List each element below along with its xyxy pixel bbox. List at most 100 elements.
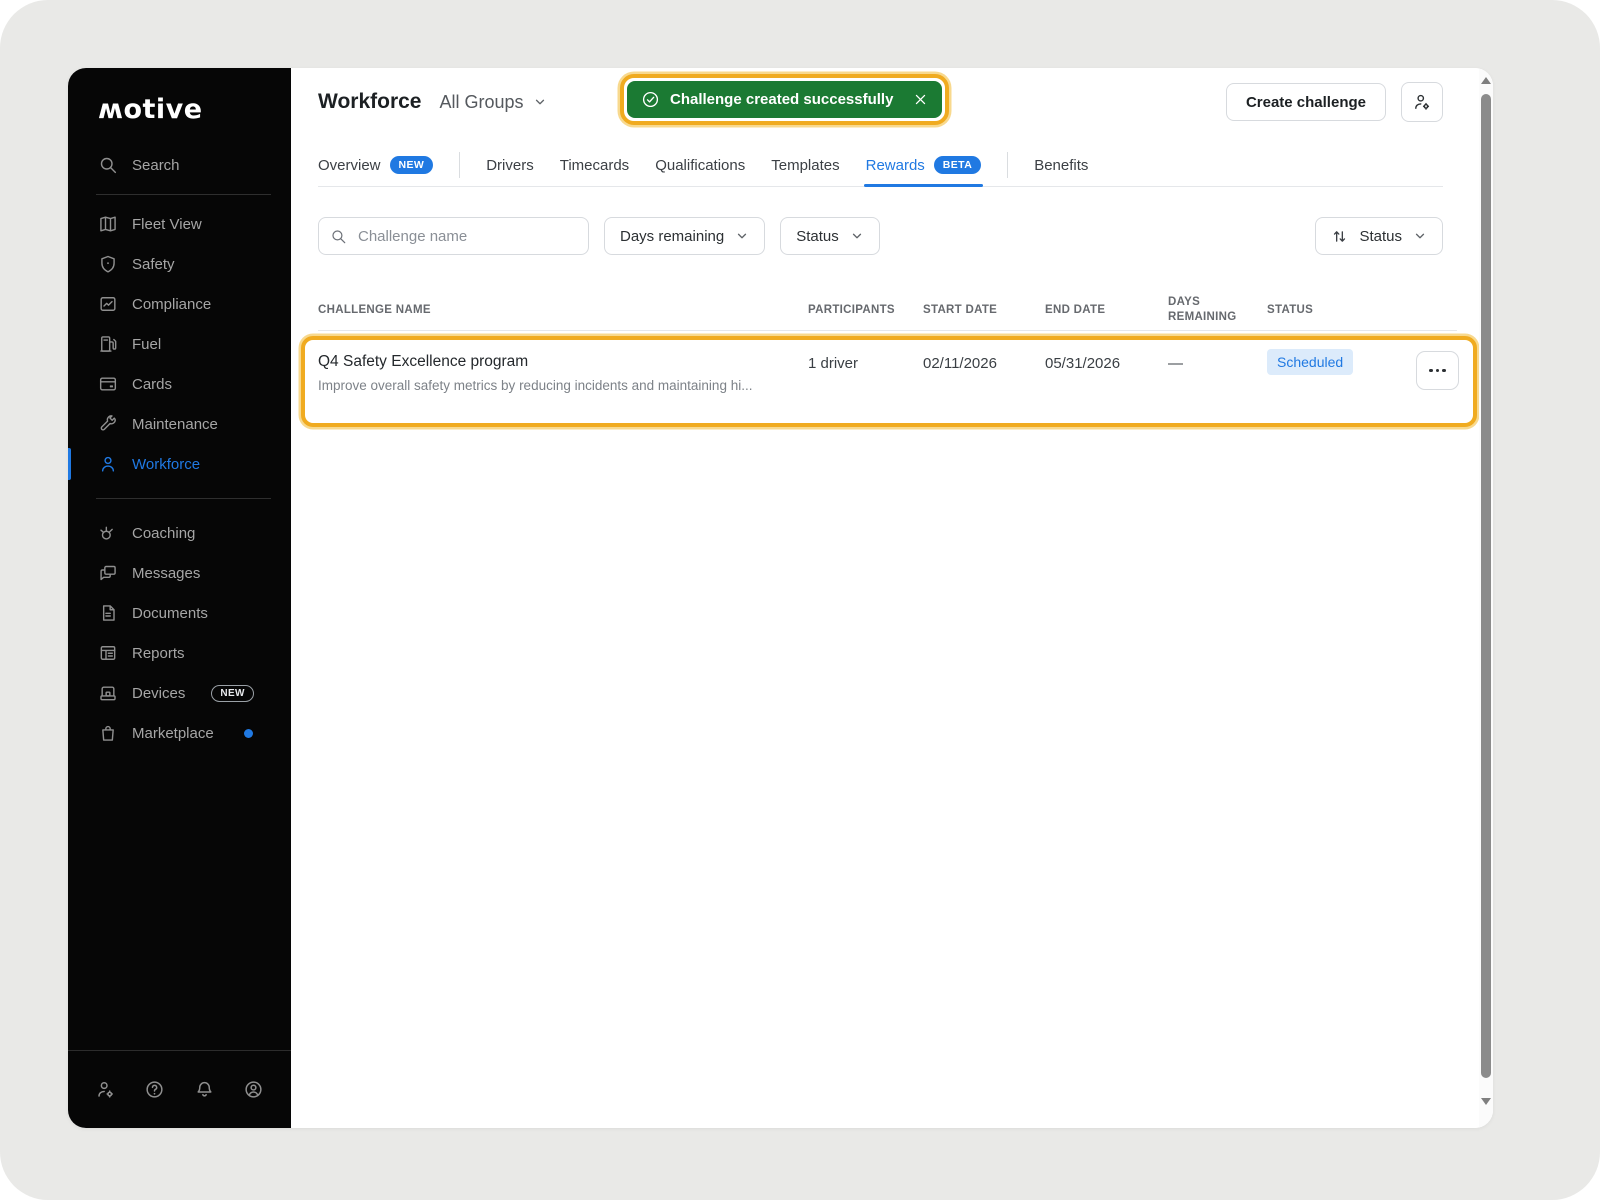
filters-bar: Days remaining Status Status [318,217,1443,255]
sidebar-item-label: Documents [132,605,208,622]
new-badge: NEW [211,685,254,702]
sidebar-item-label: Fleet View [132,216,202,233]
sidebar-item-label: Marketplace [132,725,214,742]
account-icon[interactable] [243,1079,264,1100]
whistle-icon [98,523,118,543]
chevron-down-icon [735,229,749,243]
map-icon [98,214,118,234]
notifications-icon[interactable] [194,1079,215,1100]
tab-timecards[interactable]: Timecards [560,144,629,186]
status-cell: Scheduled [1267,353,1416,423]
chat-icon [98,563,118,583]
group-filter-label: All Groups [439,92,523,113]
sidebar-item-documents[interactable]: Documents [68,593,291,633]
sidebar-item-search[interactable]: Search [68,145,291,185]
days-remaining-cell: — [1168,353,1267,423]
user-settings-icon[interactable] [95,1079,116,1100]
header-actions: Create challenge [1226,82,1443,122]
sidebar-divider [96,498,271,499]
more-dots-icon [1436,369,1440,373]
scroll-down-arrow[interactable] [1481,1098,1491,1105]
create-challenge-button[interactable]: Create challenge [1226,83,1386,121]
filter-label: Days remaining [620,228,724,245]
tab-rewards[interactable]: Rewards BETA [866,144,982,186]
main-content: Workforce All Groups Create challenge Ch… [291,68,1493,1128]
scrollbar-thumb[interactable] [1481,94,1491,1078]
tab-drivers[interactable]: Drivers [486,144,534,186]
user-settings-button[interactable] [1401,82,1443,122]
sidebar-item-label: Workforce [132,456,200,473]
chevron-down-icon [1413,229,1427,243]
new-badge: NEW [390,156,434,174]
motive-logo: ʍotive [98,94,291,125]
sidebar-item-label: Messages [132,565,200,582]
row-actions-button[interactable] [1416,351,1459,390]
search-icon [98,155,118,175]
active-indicator [68,448,71,480]
sidebar-item-marketplace[interactable]: Marketplace [68,713,291,753]
status-filter[interactable]: Status [780,217,880,255]
sidebar-item-reports[interactable]: Reports [68,633,291,673]
vertical-scrollbar[interactable] [1479,68,1493,1128]
challenge-search-input[interactable] [356,227,577,246]
sidebar-item-label: Search [132,157,180,174]
chevron-down-icon [850,229,864,243]
tab-templates[interactable]: Templates [771,144,839,186]
sidebar-item-label: Maintenance [132,416,218,433]
group-filter-dropdown[interactable]: All Groups [439,92,546,113]
fuel-icon [98,334,118,354]
tab-benefits[interactable]: Benefits [1034,144,1088,186]
notification-dot [244,729,253,738]
participants-cell: 1 driver [808,353,923,423]
tab-label: Rewards [866,157,925,174]
column-status: STATUS [1267,303,1416,318]
table-header: CHALLENGE NAME PARTICIPANTS START DATE E… [318,290,1457,331]
close-icon[interactable] [913,92,928,107]
user-settings-icon [1412,92,1432,112]
sidebar-item-coaching[interactable]: Coaching [68,513,291,553]
sidebar-item-label: Coaching [132,525,195,542]
sidebar-item-fuel[interactable]: Fuel [68,324,291,364]
column-challenge-name: CHALLENGE NAME [318,303,808,318]
person-icon [98,454,118,474]
sidebar-item-maintenance[interactable]: Maintenance [68,404,291,444]
device-icon [98,683,118,703]
tab-overview[interactable]: Overview NEW [318,144,433,186]
help-icon[interactable] [144,1079,165,1100]
table-row[interactable]: Q4 Safety Excellence program Improve ove… [305,340,1473,423]
sidebar-item-messages[interactable]: Messages [68,553,291,593]
sidebar-divider [96,194,271,195]
sort-by-dropdown[interactable]: Status [1315,217,1443,255]
sidebar-item-workforce[interactable]: Workforce [68,444,291,484]
card-icon [98,374,118,394]
status-badge: Scheduled [1267,349,1353,375]
challenge-name: Q4 Safety Excellence program [318,353,808,371]
days-remaining-filter[interactable]: Days remaining [604,217,765,255]
wrench-icon [98,414,118,434]
sort-arrows-icon [1331,228,1348,245]
sidebar-item-cards[interactable]: Cards [68,364,291,404]
challenge-search-field[interactable] [318,217,589,255]
scroll-up-arrow[interactable] [1481,77,1491,84]
sort-label: Status [1359,228,1402,245]
sidebar-item-fleet-view[interactable]: Fleet View [68,204,291,244]
challenge-name-cell: Q4 Safety Excellence program Improve ove… [318,353,808,423]
toast-highlight-ring: Challenge created successfully [620,74,949,125]
sidebar-item-devices[interactable]: Devices NEW [68,673,291,713]
start-date-cell: 02/11/2026 [923,353,1045,423]
column-participants: PARTICIPANTS [808,303,923,318]
sidebar-item-compliance[interactable]: Compliance [68,284,291,324]
beta-badge: BETA [934,156,981,174]
column-days-remaining: DAYS REMAINING [1168,295,1267,325]
tab-bar: Overview NEW Drivers Timecards Qualifica… [318,144,1443,187]
shield-icon [98,254,118,274]
tab-qualifications[interactable]: Qualifications [655,144,745,186]
check-circle-icon [641,90,660,109]
more-dots-icon [1442,369,1446,373]
chart-icon [98,294,118,314]
sidebar-item-safety[interactable]: Safety [68,244,291,284]
filter-label: Status [796,228,839,245]
column-start-date: START DATE [923,303,1045,318]
tab-label: Drivers [486,157,534,174]
tab-label: Benefits [1034,157,1088,174]
